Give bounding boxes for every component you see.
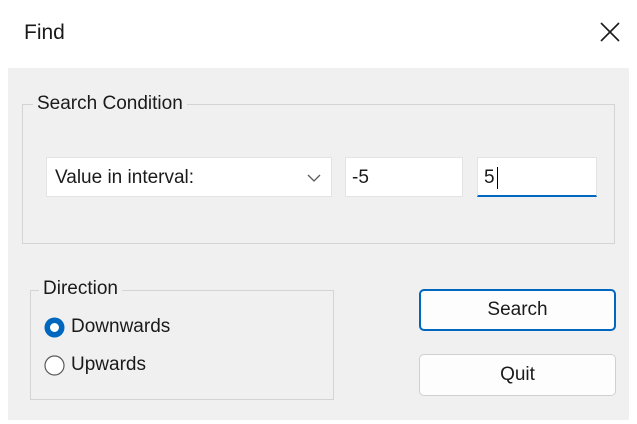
radio-downwards[interactable]: Downwards [44, 314, 170, 340]
close-icon [600, 22, 620, 42]
interval-max-value: 5 [484, 167, 495, 188]
radio-selected-icon [44, 317, 65, 337]
window-border-right [629, 0, 637, 424]
text-caret [497, 167, 498, 189]
window-border-bottom [0, 420, 637, 424]
dialog-title: Find [24, 21, 65, 44]
interval-min-value: -5 [352, 167, 369, 188]
interval-min-input[interactable]: -5 [345, 157, 463, 197]
direction-group: Direction [30, 278, 334, 400]
quit-button[interactable]: Quit [419, 354, 616, 396]
condition-dropdown[interactable]: Value in interval: [46, 157, 332, 197]
radio-downwards-label: Downwards [71, 316, 171, 337]
chevron-down-icon [307, 174, 321, 182]
condition-dropdown-value: Value in interval: [55, 167, 195, 188]
search-condition-legend: Search Condition [33, 93, 187, 115]
close-button[interactable] [592, 14, 628, 50]
radio-upwards-label: Upwards [71, 354, 146, 375]
radio-upwards[interactable]: Upwards [44, 352, 146, 378]
interval-max-input[interactable]: 5 [477, 157, 597, 197]
find-dialog: Find Search Condition Value in interval:… [0, 0, 637, 424]
direction-legend: Direction [39, 278, 122, 300]
search-button[interactable]: Search [419, 289, 616, 331]
window-border-left [0, 0, 8, 424]
title-bar: Find [0, 0, 637, 68]
radio-unselected-icon [44, 354, 65, 376]
